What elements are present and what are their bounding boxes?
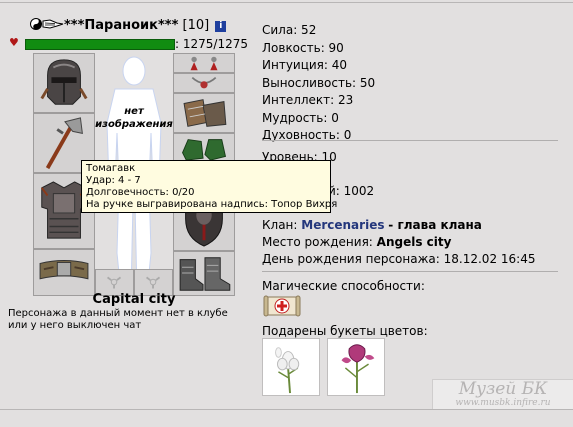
stat-wisdom: Мудрость: 0 bbox=[262, 110, 339, 125]
bouquet-2[interactable] bbox=[327, 338, 385, 396]
stat-strength: Сила: 52 bbox=[262, 23, 317, 37]
amulet-slot[interactable] bbox=[173, 73, 235, 93]
magic-scroll-icon[interactable] bbox=[263, 295, 301, 317]
top-divider bbox=[0, 2, 573, 3]
tooltip-engraving: На ручке выгравирована надпись: Топор Ви… bbox=[86, 199, 338, 210]
helmet-slot[interactable] bbox=[33, 53, 95, 113]
earrings-slot[interactable] bbox=[173, 53, 235, 73]
stats-divider bbox=[262, 140, 558, 141]
online-status: Персонажа в данный момент нет в клубе ил… bbox=[8, 308, 228, 331]
belt-slot[interactable] bbox=[33, 249, 95, 296]
clan-emblem-icon[interactable] bbox=[30, 17, 64, 31]
bracers-icon bbox=[183, 99, 227, 127]
flowers-section-title: Подарены букеты цветов: bbox=[262, 324, 428, 338]
character-header: ***Параноик*** [10] i bbox=[30, 17, 227, 33]
watermark: Музей БК www.musbk.infire.ru bbox=[432, 379, 573, 409]
bottom-divider bbox=[0, 409, 573, 410]
stat-intuition: Интуиция: 40 bbox=[262, 58, 348, 72]
stats-panel: Сила: 52 Ловкость: 90 Интуиция: 40 Вынос… bbox=[262, 22, 375, 145]
gloves-slot[interactable] bbox=[173, 133, 235, 163]
hp-bar bbox=[25, 39, 175, 50]
character-level: [10] bbox=[182, 18, 210, 33]
gloves-icon bbox=[182, 139, 227, 161]
item-tooltip: Томагавк Удар: 4 - 7 Долговечность: 0/20… bbox=[81, 160, 338, 213]
boots-icon bbox=[179, 257, 231, 291]
heart-icon: ♥ bbox=[9, 36, 19, 49]
pink-flower-icon bbox=[341, 344, 375, 394]
tooltip-durability: Долговечность: 0/20 bbox=[86, 187, 195, 198]
stat-agility: Ловкость: 90 bbox=[262, 40, 344, 55]
boots-slot[interactable] bbox=[173, 251, 235, 296]
bracers-slot[interactable] bbox=[173, 93, 235, 133]
info-divider bbox=[262, 271, 558, 272]
city-name: Capital city bbox=[92, 292, 176, 307]
white-flower-icon bbox=[275, 347, 300, 394]
stat-endurance: Выносливость: 50 bbox=[262, 75, 376, 90]
earrings-icon bbox=[190, 56, 218, 71]
info-clan: Клан: Mercenaries - глава клана bbox=[262, 218, 482, 232]
stat-intellect: Интеллект: 23 bbox=[262, 93, 354, 107]
watermark-url: www.musbk.infire.ru bbox=[455, 398, 551, 408]
info-icon[interactable]: i bbox=[215, 21, 227, 32]
no-image-label: нет изображения bbox=[95, 106, 173, 130]
info-birthday: День рождения персонажа: 18.12.02 16:45 bbox=[262, 252, 536, 266]
watermark-title: Музей БК bbox=[458, 379, 548, 399]
stat-spirituality: Духовность: 0 bbox=[262, 128, 352, 142]
hp-value: : 1275/1275 bbox=[175, 37, 248, 51]
tooltip-damage: Удар: 4 - 7 bbox=[86, 175, 141, 186]
amulet-icon bbox=[191, 76, 217, 89]
magic-section-title: Магические способности: bbox=[262, 279, 425, 293]
bouquet-1[interactable] bbox=[262, 338, 320, 396]
tooltip-title: Томагавк bbox=[86, 163, 136, 174]
clan-link[interactable]: Mercenaries bbox=[301, 218, 384, 232]
info-birthplace: Место рождения: Angels city bbox=[262, 235, 452, 249]
helmet-icon bbox=[40, 59, 88, 105]
belt-icon bbox=[39, 260, 89, 280]
character-name[interactable]: ***Параноик*** bbox=[64, 18, 178, 33]
